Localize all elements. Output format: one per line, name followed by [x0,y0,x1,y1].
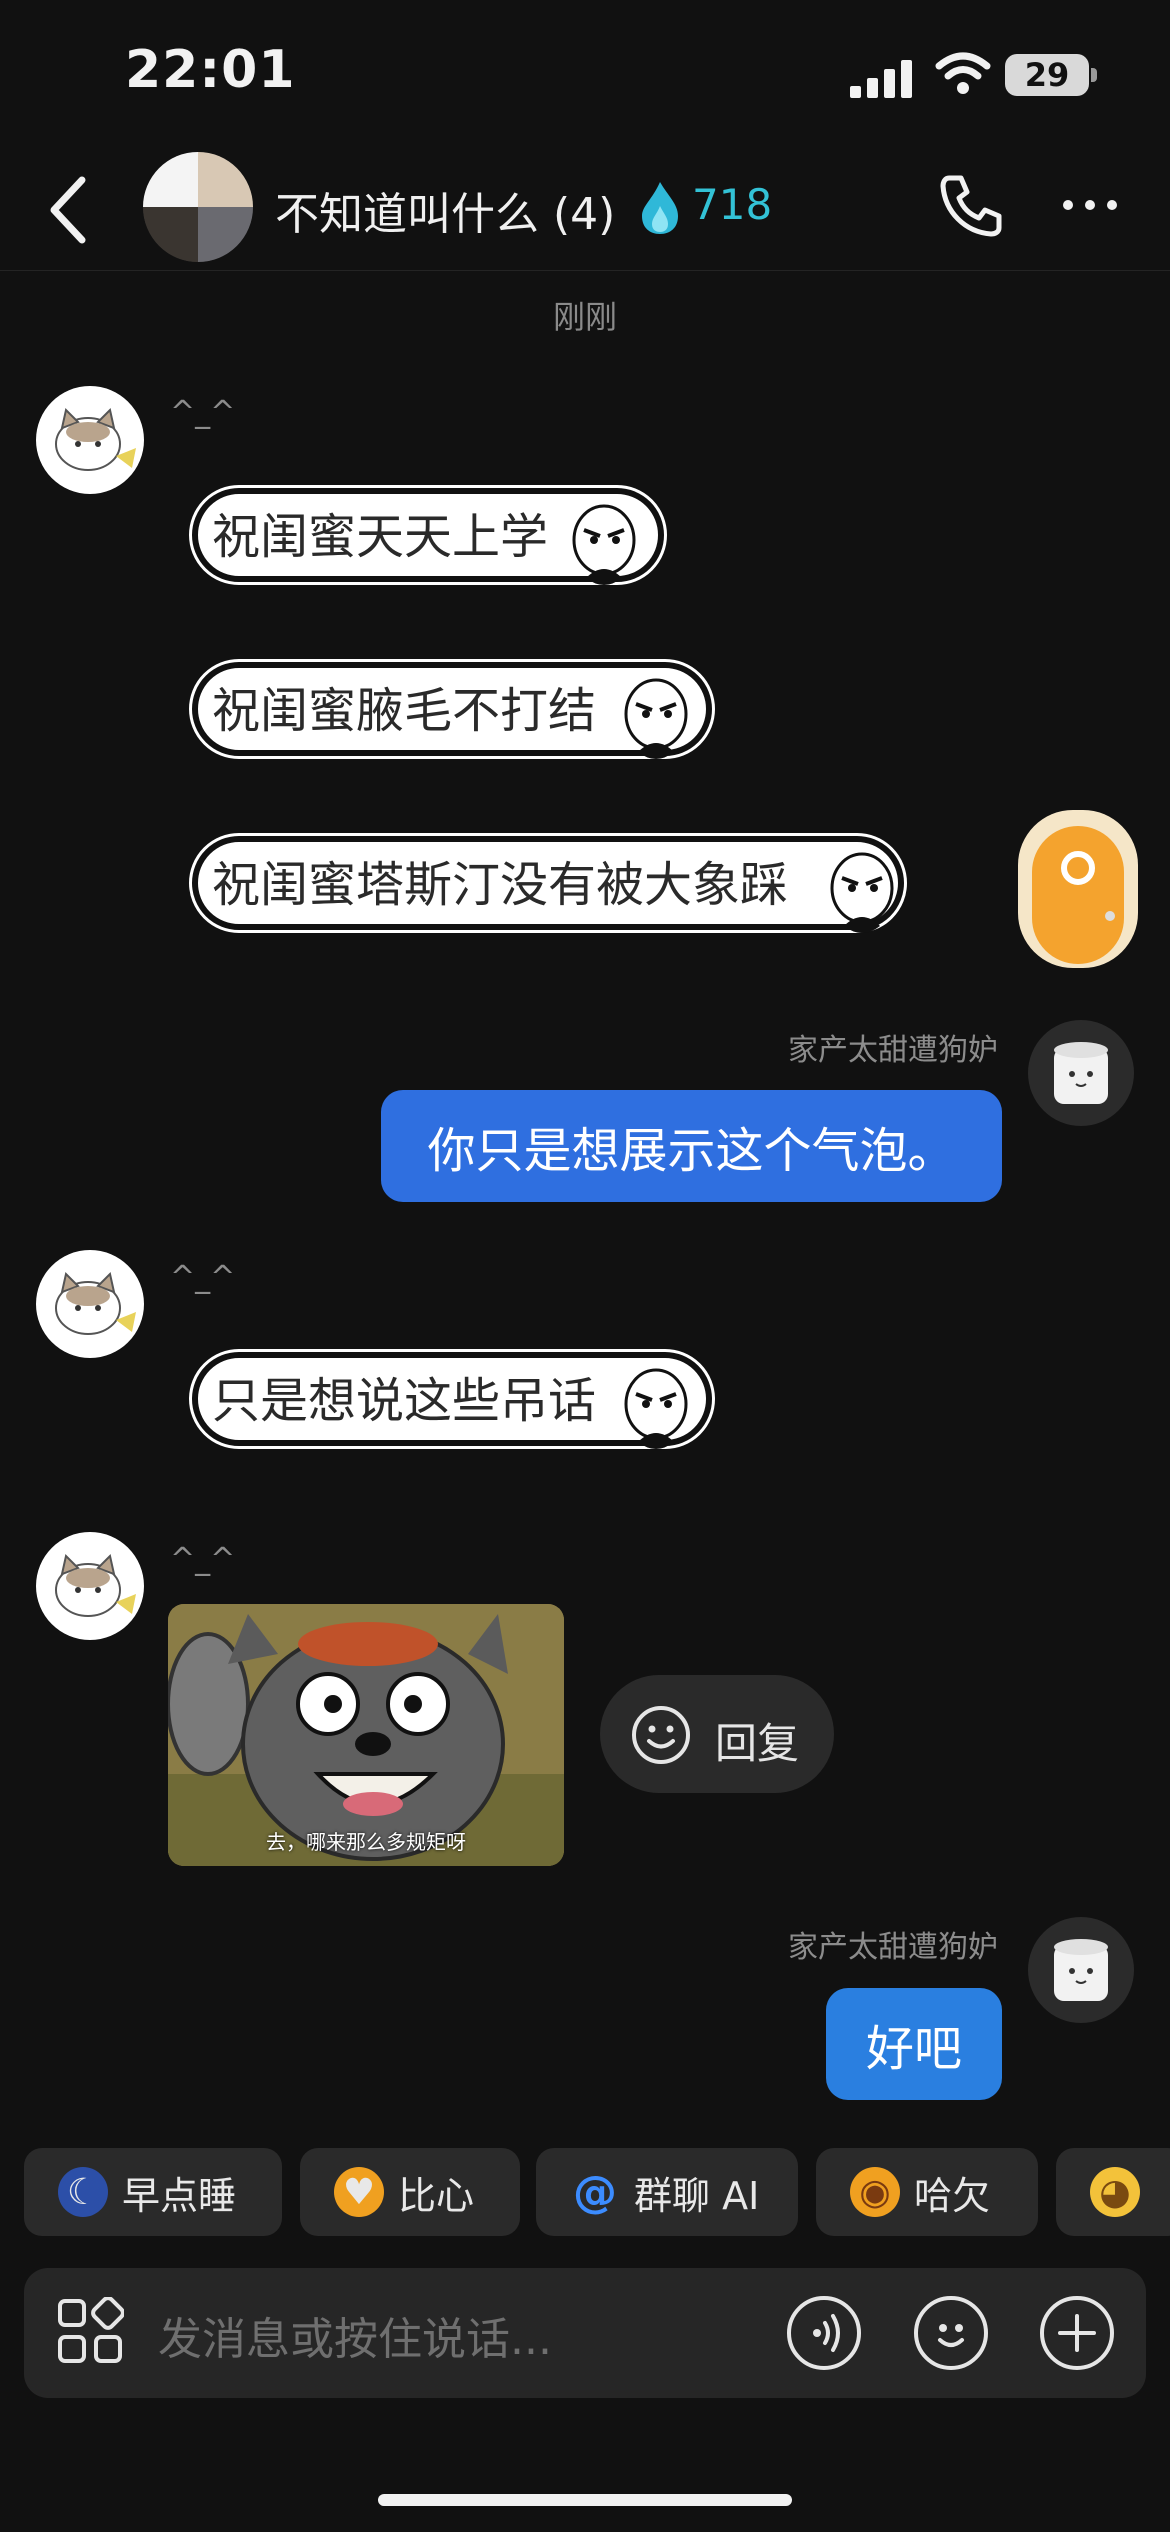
message-input[interactable]: 发消息或按住说话... [158,2303,552,2367]
home-indicator [378,2494,792,2506]
sender-avatar[interactable] [36,1250,144,1358]
emoji-button[interactable] [914,2296,988,2370]
chip-sleep[interactable]: ☾ 早点睡 [24,2148,282,2236]
streak-count: 718 [692,180,773,229]
chip-more[interactable]: ◕ [1056,2148,1170,2236]
streak-flame-icon [642,182,678,234]
yawn-face-icon: ◉ [850,2167,900,2217]
wifi-icon [935,52,991,94]
pleading-face-icon: ◕ [1090,2167,1140,2217]
image-message[interactable]: 去，哪来那么多规矩呀 [168,1604,564,1866]
my-nickname: 家产太甜遭狗妒 [788,1033,998,1068]
moon-icon: ☾ [58,2167,108,2217]
my-nickname: 家产太甜遭狗妒 [788,1930,998,1965]
add-button[interactable] [1040,2296,1114,2370]
my-avatar[interactable] [1028,1917,1134,2023]
header-divider [0,270,1170,271]
at-icon: @ [573,2166,617,2218]
sender-nickname: ^_^ [170,1260,236,1295]
plus-icon [1058,2314,1096,2352]
battery-nub [1091,68,1097,82]
meme-face-icon [624,1368,688,1449]
sender-nickname: ^_^ [170,1542,236,1577]
message-timestamp: 刚刚 [552,298,617,336]
door-widget-icon[interactable] [1012,806,1144,972]
reply-label: 回复 [715,1719,800,1768]
group-name[interactable]: 不知道叫什么 (4) [275,178,615,242]
chip-heart[interactable]: ♥ 比心 [300,2148,520,2236]
battery-indicator: 29 [1005,54,1089,96]
smile-icon [632,1706,690,1764]
voice-button[interactable] [787,2296,861,2370]
heart-hands-icon: ♥ [334,2167,384,2217]
sender-nickname: ^_^ [170,395,236,430]
sender-avatar[interactable] [36,386,144,494]
back-chevron-icon[interactable] [40,170,100,250]
image-caption: 去，哪来那么多规矩呀 [266,1830,466,1854]
outgoing-message[interactable]: 你只是想展示这个气泡。 [381,1090,1002,1202]
my-avatar[interactable] [1028,1020,1134,1126]
emoji-face-icon [938,2324,964,2347]
meme-face-icon [572,504,636,585]
more-options-icon[interactable] [1060,195,1120,215]
status-time: 22:01 [125,40,296,100]
sticker-bubble[interactable]: 祝闺蜜塔斯汀没有被大象踩 [188,833,908,933]
sender-avatar[interactable] [36,1532,144,1640]
phone-call-icon[interactable] [935,170,1005,240]
meme-face-icon [624,678,688,759]
chip-group-ai[interactable]: @ 群聊 AI [536,2148,798,2236]
meme-face-icon [830,852,894,933]
apps-grid-icon[interactable] [56,2297,124,2365]
outgoing-message[interactable]: 好吧 [826,1988,1002,2100]
group-avatar[interactable] [143,152,253,262]
voice-wave-icon [813,2314,840,2352]
chip-yawn[interactable]: ◉ 哈欠 [816,2148,1038,2236]
cellular-signal-icon [850,60,912,98]
